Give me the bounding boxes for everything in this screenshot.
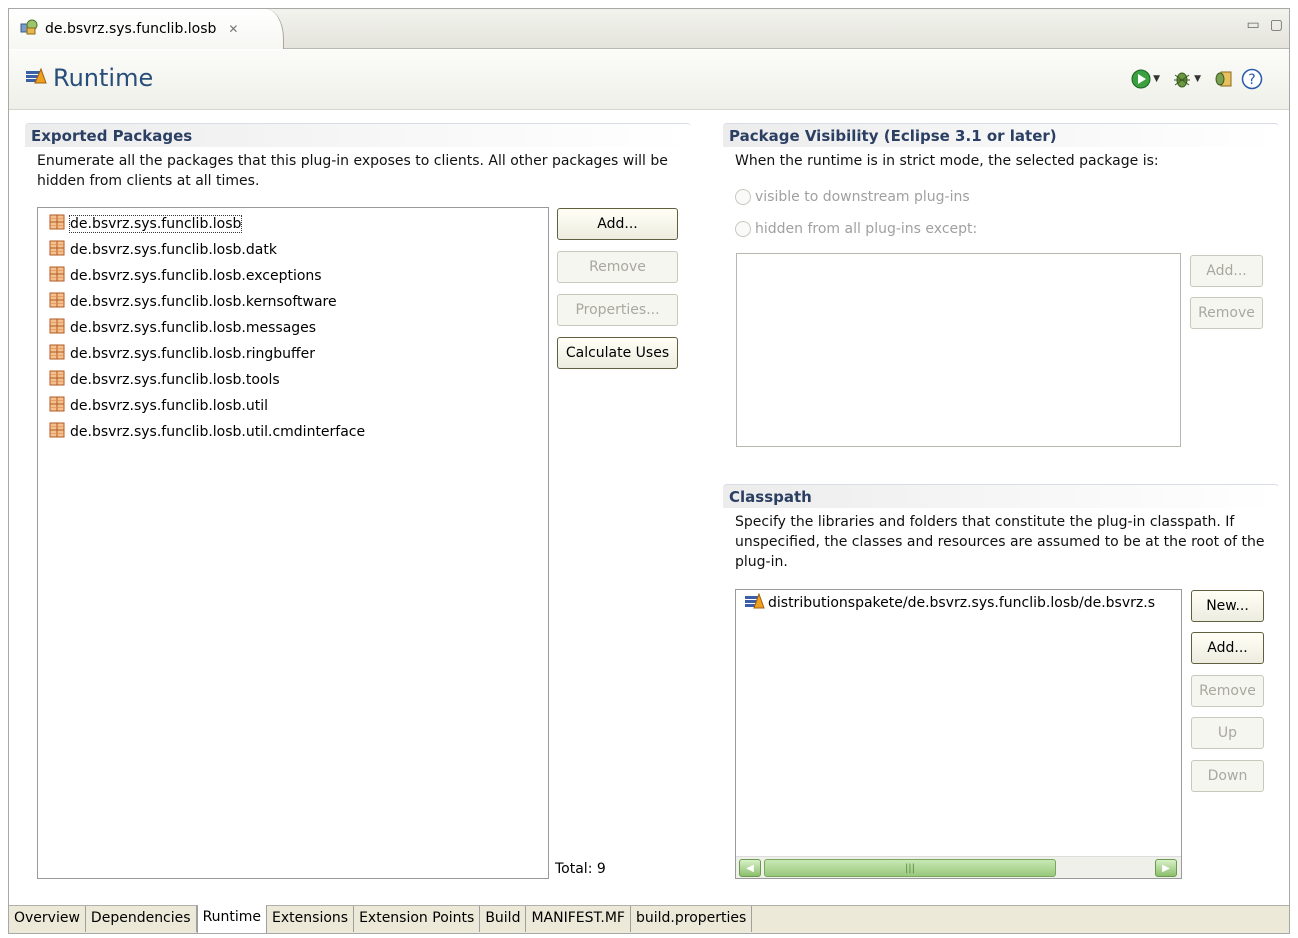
package-item[interactable]: de.bsvrz.sys.funclib.losb.util	[38, 393, 548, 419]
add-package-button[interactable]: Add...	[557, 208, 678, 240]
minimize-icon[interactable]: ▭	[1247, 17, 1260, 33]
package-label: de.bsvrz.sys.funclib.losb	[68, 215, 243, 233]
package-icon	[48, 239, 66, 261]
package-icon	[48, 265, 66, 287]
remove-visibility-button[interactable]: Remove	[1190, 297, 1263, 329]
chevron-down-icon[interactable]: ▼	[1194, 74, 1201, 84]
tab-extension-points[interactable]: Extension Points	[354, 906, 481, 932]
package-icon	[48, 369, 66, 391]
tab-runtime[interactable]: Runtime	[196, 905, 268, 933]
editor-frame: de.bsvrz.sys.funclib.losb ✕ ▭ ▢ Runtime	[8, 8, 1290, 934]
remove-classpath-button[interactable]: Remove	[1191, 675, 1264, 707]
run-icon	[1131, 69, 1151, 89]
package-item[interactable]: de.bsvrz.sys.funclib.losb.kernsoftware	[38, 289, 548, 315]
visibility-plugins-list[interactable]	[736, 253, 1181, 447]
tab-extensions[interactable]: Extensions	[267, 906, 355, 932]
package-item[interactable]: de.bsvrz.sys.funclib.losb.messages	[38, 315, 548, 341]
page-tabs: Overview Dependencies Runtime Extensions Ext…	[9, 905, 1289, 933]
package-icon	[48, 317, 66, 339]
exported-packages-description: Enumerate all the packages that this plu…	[37, 153, 668, 189]
tab-build-properties[interactable]: build.properties	[631, 906, 753, 932]
package-icon	[48, 213, 66, 235]
classpath-description: Specify the libraries and folders that c…	[735, 514, 1265, 570]
editor-tab[interactable]: de.bsvrz.sys.funclib.losb ✕	[9, 9, 284, 49]
tab-build[interactable]: Build	[480, 906, 527, 932]
classpath-entry[interactable]: distributionspakete/de.bsvrz.sys.funclib…	[736, 590, 1181, 616]
scroll-left-icon[interactable]: ◀	[739, 859, 761, 877]
help-button[interactable]: ?	[1241, 68, 1263, 90]
svg-text:?: ?	[1248, 72, 1255, 88]
remove-package-button[interactable]: Remove	[557, 251, 678, 283]
editor-tab-title: de.bsvrz.sys.funclib.losb	[45, 21, 217, 37]
radio-icon	[735, 221, 751, 237]
package-item[interactable]: de.bsvrz.sys.funclib.losb.util.cmdinterf…	[38, 419, 548, 445]
help-icon: ?	[1241, 68, 1263, 90]
runtime-icon	[25, 67, 47, 89]
maximize-icon[interactable]: ▢	[1270, 17, 1283, 33]
export-wizard-button[interactable]	[1213, 69, 1235, 89]
close-icon[interactable]: ✕	[228, 22, 238, 36]
run-button[interactable]: ▼	[1131, 69, 1166, 89]
package-item[interactable]: de.bsvrz.sys.funclib.losb.datk	[38, 237, 548, 263]
package-item[interactable]: de.bsvrz.sys.funclib.losb.exceptions	[38, 263, 548, 289]
package-label: de.bsvrz.sys.funclib.losb.tools	[70, 372, 280, 388]
library-icon	[744, 592, 766, 613]
exported-packages-title: Exported Packages	[25, 123, 691, 147]
scrollbar-thumb[interactable]: |||	[764, 859, 1056, 877]
package-item[interactable]: de.bsvrz.sys.funclib.losb.ringbuffer	[38, 341, 548, 367]
package-label: de.bsvrz.sys.funclib.losb.util.cmdinterf…	[70, 424, 366, 440]
package-label: de.bsvrz.sys.funclib.losb.messages	[70, 320, 317, 336]
radio-icon	[735, 189, 751, 205]
package-label: de.bsvrz.sys.funclib.losb.datk	[70, 242, 277, 258]
package-icon	[48, 395, 66, 417]
chevron-down-icon[interactable]: ▼	[1153, 74, 1160, 84]
header-toolbar: ▼ ▼ ?	[1131, 68, 1263, 90]
package-icon	[48, 291, 66, 313]
new-classpath-button[interactable]: New...	[1191, 590, 1264, 622]
up-button[interactable]: Up	[1191, 717, 1264, 749]
properties-button[interactable]: Properties...	[557, 294, 678, 326]
package-label: de.bsvrz.sys.funclib.losb.ringbuffer	[70, 346, 316, 362]
package-label: de.bsvrz.sys.funclib.losb.exceptions	[70, 268, 322, 284]
package-item[interactable]: de.bsvrz.sys.funclib.losb.tools	[38, 367, 548, 393]
debug-button[interactable]: ▼	[1172, 69, 1207, 89]
package-item[interactable]: de.bsvrz.sys.funclib.losb	[38, 211, 548, 237]
visible-downstream-radio[interactable]: visible to downstream plug-ins	[735, 189, 970, 205]
view-controls: ▭ ▢	[1247, 17, 1283, 33]
package-label: de.bsvrz.sys.funclib.losb.kernsoftware	[70, 294, 337, 310]
tab-manifest-mf[interactable]: MANIFEST.MF	[526, 906, 631, 932]
page-title: Runtime	[53, 64, 154, 92]
export-icon	[1215, 71, 1232, 87]
plugin-manifest-icon	[19, 18, 39, 40]
package-visibility-title: Package Visibility (Eclipse 3.1 or later…	[723, 123, 1279, 147]
tab-overview[interactable]: Overview	[9, 906, 86, 932]
editor-tab-strip: de.bsvrz.sys.funclib.losb ✕ ▭ ▢	[9, 9, 1289, 49]
down-button[interactable]: Down	[1191, 760, 1264, 792]
package-icon	[48, 343, 66, 365]
scroll-right-icon[interactable]: ▶	[1155, 859, 1177, 877]
tab-dependencies[interactable]: Dependencies	[86, 906, 197, 932]
package-visibility-description: When the runtime is in strict mode, the …	[735, 153, 1159, 169]
hidden-except-radio[interactable]: hidden from all plug-ins except:	[735, 221, 977, 237]
calculate-uses-button[interactable]: Calculate Uses	[557, 337, 678, 369]
package-total: Total: 9	[555, 861, 606, 877]
add-classpath-button[interactable]: Add...	[1191, 632, 1264, 664]
add-visibility-button[interactable]: Add...	[1190, 255, 1263, 287]
form-header: Runtime ▼ ▼ ?	[9, 50, 1289, 110]
package-icon	[48, 421, 66, 443]
horizontal-scrollbar[interactable]: ◀ ||| ▶	[736, 856, 1181, 878]
exported-packages-list[interactable]: de.bsvrz.sys.funclib.losb de.bsvrz.sys.fu…	[37, 207, 549, 879]
classpath-entry-label: distributionspakete/de.bsvrz.sys.funclib…	[768, 595, 1155, 611]
debug-bug-icon	[1174, 72, 1191, 88]
package-label: de.bsvrz.sys.funclib.losb.util	[70, 398, 269, 414]
classpath-list[interactable]: distributionspakete/de.bsvrz.sys.funclib…	[735, 589, 1182, 879]
classpath-title: Classpath	[723, 484, 1279, 508]
